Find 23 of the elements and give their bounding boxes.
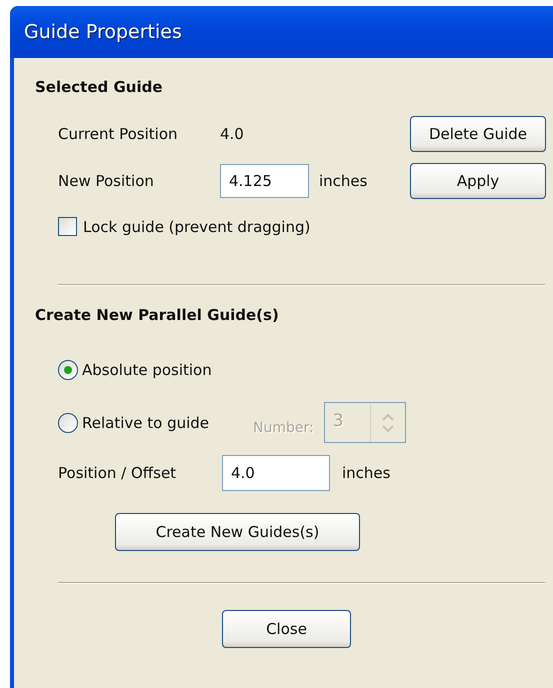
checkbox-label: Lock guide (prevent dragging) [83,218,310,236]
apply-button[interactable]: Apply [410,163,546,199]
window-title: Guide Properties [24,21,182,43]
current-position-value: 4.0 [220,125,245,143]
field-label: Current Position [58,125,179,143]
checkbox[interactable] [58,217,77,236]
unit-label: inches [342,464,390,482]
field-label: New Position [58,172,155,190]
offset-field[interactable]: 4.0 [222,455,330,491]
unit-label: inches [319,172,368,190]
radio-label: Absolute position [82,361,212,379]
radio-button[interactable] [58,412,78,432]
field-label: Position / Offset [58,464,178,482]
number-label: Number: [253,420,314,436]
radio-button[interactable] [58,360,78,380]
section-heading: Create New Parallel Guide(s) [35,306,280,324]
radio-label: Relative to guide [82,414,210,432]
delete-guide-button[interactable]: Delete Guide [410,116,546,152]
section-heading: Selected Guide [35,78,164,96]
close-button[interactable]: Close [222,610,351,648]
create-guides-button[interactable]: Create New Guides(s) [115,513,360,551]
new-position-field[interactable]: 4.125 [220,164,309,198]
spin-arrows-icon [380,412,395,434]
